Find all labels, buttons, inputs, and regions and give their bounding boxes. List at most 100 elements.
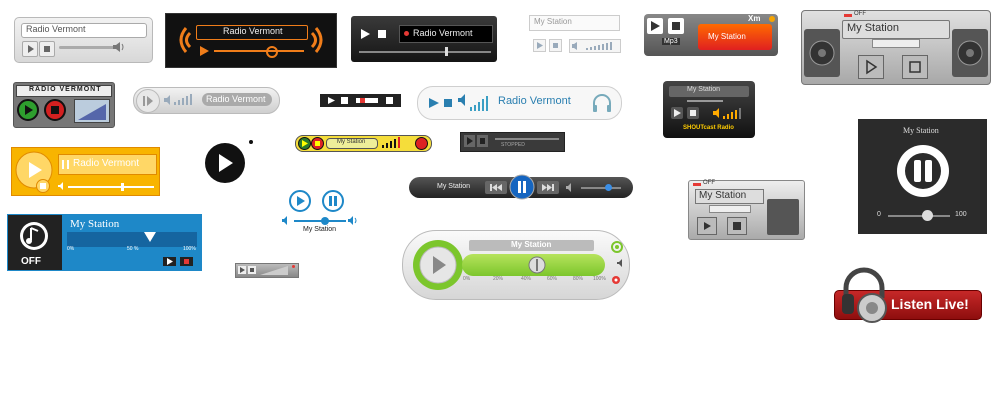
volume-slider[interactable] bbox=[581, 187, 621, 189]
stop-icon bbox=[672, 22, 680, 30]
volume-slider[interactable] bbox=[294, 220, 346, 222]
power-button[interactable] bbox=[18, 220, 50, 252]
volume-slider[interactable] bbox=[709, 205, 751, 213]
player-8: Radio Vermont bbox=[133, 87, 280, 114]
play-icon bbox=[200, 46, 209, 56]
volume-knob[interactable] bbox=[922, 210, 933, 221]
volume-slider[interactable] bbox=[687, 100, 723, 102]
progress-knob[interactable] bbox=[445, 47, 448, 56]
volume-knob[interactable] bbox=[266, 46, 278, 58]
play-icon bbox=[866, 59, 878, 75]
stop-button[interactable] bbox=[727, 217, 747, 235]
volume-slider[interactable] bbox=[888, 215, 950, 217]
power-button[interactable] bbox=[611, 241, 623, 253]
player-17: My Station bbox=[282, 190, 358, 235]
volume-knob[interactable] bbox=[321, 217, 329, 225]
tick-3: 60% bbox=[547, 276, 558, 282]
listen-live-widget[interactable]: Listen Live! bbox=[834, 266, 982, 326]
volume-marker-icon[interactable] bbox=[144, 232, 156, 242]
volume-control[interactable] bbox=[569, 39, 621, 53]
play-button[interactable] bbox=[647, 18, 663, 34]
gear-icon[interactable] bbox=[611, 275, 621, 285]
play-icon bbox=[413, 240, 463, 290]
stop-button[interactable] bbox=[902, 55, 928, 79]
close-icon[interactable] bbox=[768, 15, 776, 23]
headphones-icon[interactable] bbox=[590, 91, 614, 115]
volume-knob[interactable] bbox=[528, 255, 546, 275]
station-display: Radio Vermont bbox=[58, 154, 157, 175]
stop-button[interactable] bbox=[687, 107, 699, 119]
play-button[interactable] bbox=[412, 239, 464, 291]
play-button[interactable] bbox=[17, 99, 39, 121]
speaker-icon bbox=[386, 97, 393, 104]
big-play-button[interactable] bbox=[204, 140, 256, 186]
stop-button[interactable] bbox=[377, 29, 387, 39]
volume-ramp-icon bbox=[78, 104, 106, 120]
play-icon bbox=[467, 137, 473, 145]
volume-knob[interactable] bbox=[605, 184, 612, 191]
stop-button[interactable] bbox=[341, 97, 348, 104]
volume-knob[interactable] bbox=[121, 183, 124, 191]
next-button[interactable] bbox=[537, 181, 559, 194]
title-display: RADIO VERMONT bbox=[16, 85, 112, 97]
stop-button[interactable] bbox=[180, 257, 193, 266]
play-button[interactable] bbox=[428, 97, 440, 109]
stop-button[interactable] bbox=[44, 99, 66, 121]
progress-slider[interactable] bbox=[359, 51, 491, 53]
power-panel: OFF bbox=[8, 215, 62, 270]
volume-slider[interactable] bbox=[68, 186, 154, 188]
play-button[interactable] bbox=[136, 89, 160, 113]
pause-button[interactable] bbox=[322, 190, 344, 212]
play-button[interactable] bbox=[671, 107, 683, 119]
progress-slider[interactable] bbox=[495, 138, 559, 140]
player-12: My Station bbox=[295, 135, 432, 152]
play-button[interactable] bbox=[328, 97, 335, 104]
stop-button[interactable] bbox=[311, 137, 324, 150]
pause-icon bbox=[62, 160, 70, 169]
player-20: OFF My Station 0% 50 % 100% bbox=[7, 214, 202, 271]
pause-icon bbox=[509, 174, 535, 200]
stop-button[interactable] bbox=[248, 266, 256, 274]
tick-4: 80% bbox=[573, 276, 584, 282]
play-button[interactable] bbox=[697, 217, 717, 235]
tick-5: 100% bbox=[593, 276, 606, 282]
pause-button[interactable] bbox=[509, 174, 535, 200]
brand-label: SHOUTcast Radio bbox=[683, 125, 734, 131]
previous-button[interactable] bbox=[485, 181, 507, 194]
stop-icon bbox=[250, 268, 254, 272]
play-icon bbox=[361, 29, 370, 39]
play-button[interactable] bbox=[238, 266, 246, 274]
play-button[interactable] bbox=[289, 190, 311, 212]
volume-high-icon bbox=[348, 216, 358, 225]
power-button[interactable] bbox=[415, 137, 428, 150]
previous-icon bbox=[490, 184, 502, 191]
volume-slider[interactable] bbox=[872, 39, 920, 48]
play-button[interactable] bbox=[198, 45, 210, 57]
volume-control[interactable] bbox=[74, 99, 110, 123]
station-name: Radio Vermont bbox=[73, 158, 140, 169]
speaker-grille-icon bbox=[767, 199, 799, 235]
stop-button[interactable] bbox=[668, 18, 684, 34]
volume-bars-icon bbox=[380, 137, 410, 149]
mute-button[interactable] bbox=[386, 97, 393, 104]
stop-button[interactable] bbox=[39, 41, 55, 57]
play-icon bbox=[143, 96, 153, 106]
pause-button[interactable] bbox=[896, 144, 950, 198]
stop-button[interactable] bbox=[36, 179, 50, 193]
play-button[interactable] bbox=[464, 135, 475, 147]
play-button[interactable] bbox=[298, 137, 311, 150]
play-button[interactable] bbox=[858, 55, 884, 79]
volume-slider[interactable] bbox=[214, 50, 304, 52]
volume-slider[interactable] bbox=[59, 46, 119, 49]
stop-button[interactable] bbox=[444, 99, 452, 107]
play-button[interactable] bbox=[22, 41, 38, 57]
play-button[interactable] bbox=[163, 257, 176, 266]
play-button[interactable] bbox=[359, 28, 371, 40]
stop-button[interactable] bbox=[477, 135, 488, 147]
power-indicator bbox=[844, 14, 852, 17]
stop-button[interactable] bbox=[549, 39, 562, 52]
station-name: Radio Vermont bbox=[223, 26, 283, 36]
status-dot bbox=[404, 31, 409, 36]
station-display: My Station bbox=[529, 15, 620, 31]
play-button[interactable] bbox=[533, 39, 546, 52]
